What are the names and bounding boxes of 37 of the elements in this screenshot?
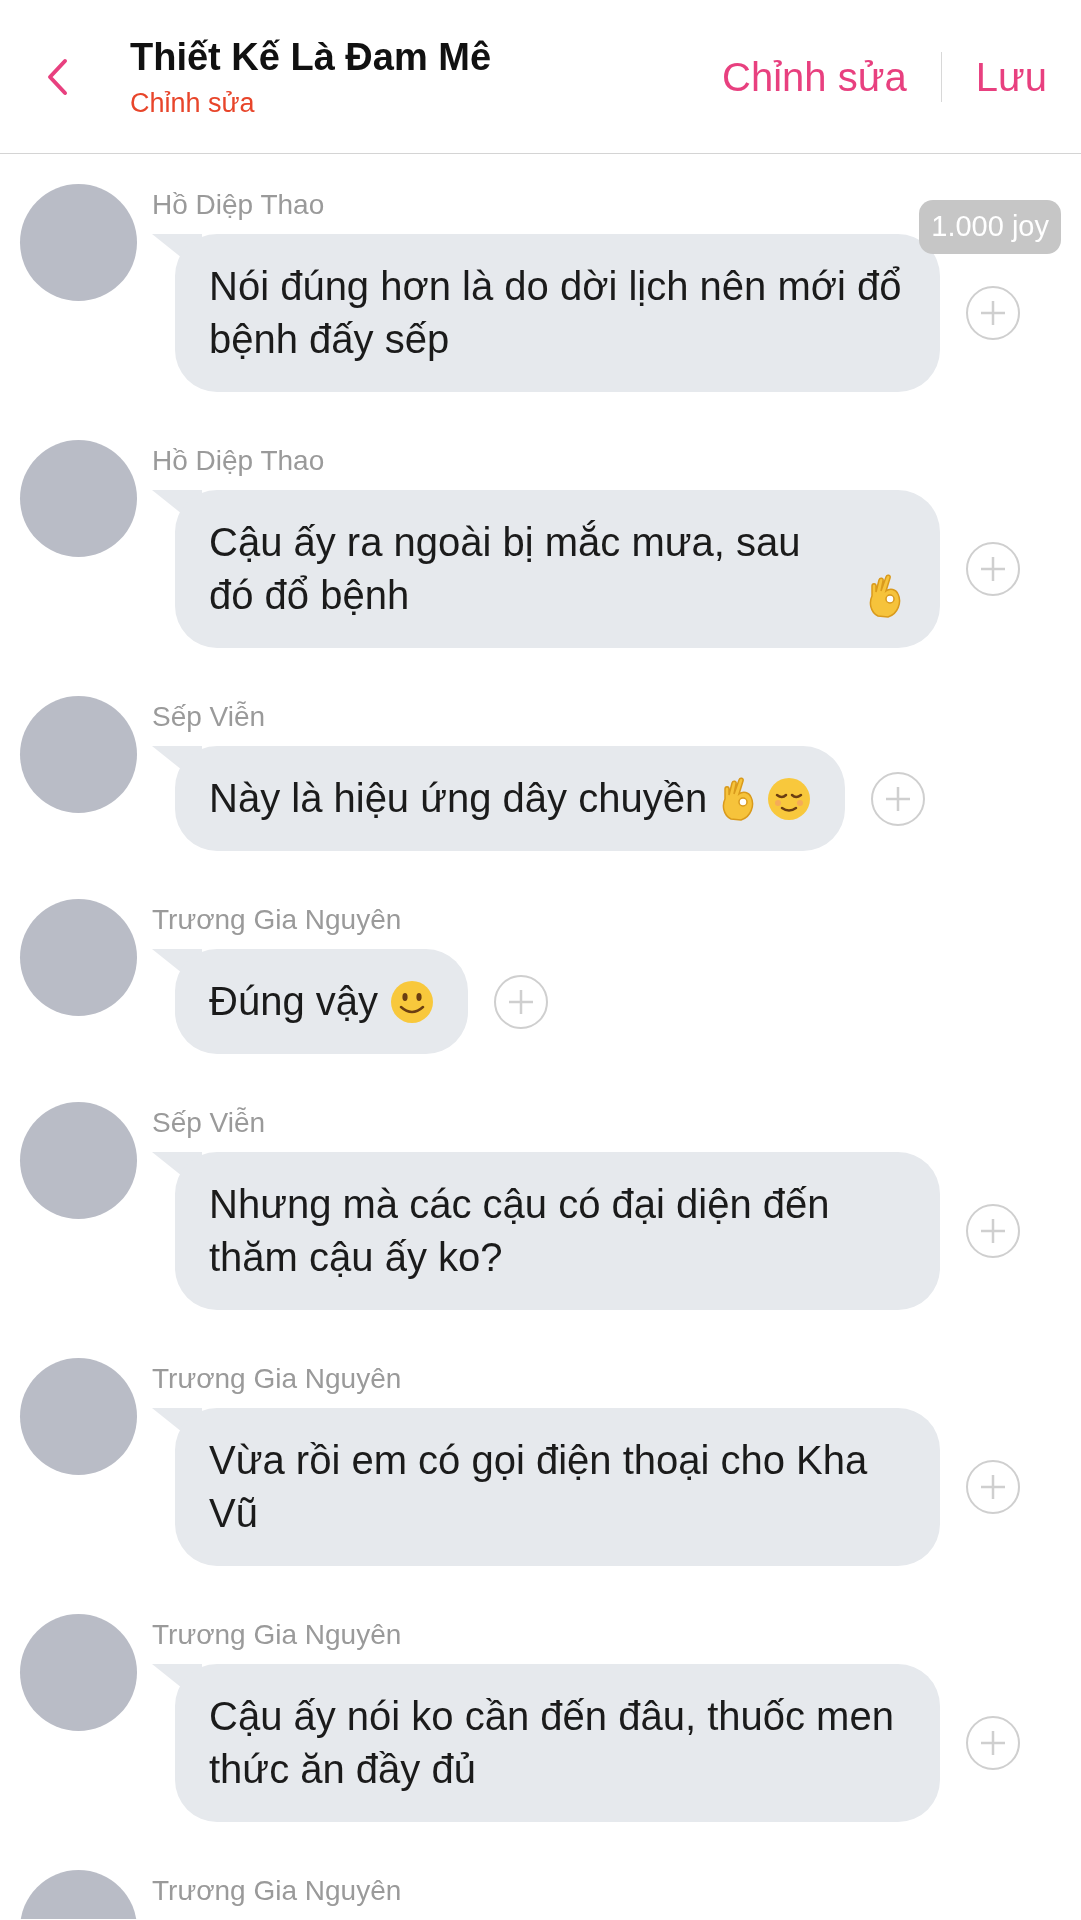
message-text: Cậu ấy ra ngoài bị mắc mưa, sau đó đổ bệnh — [209, 519, 802, 619]
message-text: Đúng vậy — [209, 978, 378, 1025]
sender-name: Trương Gia Nguyên — [152, 1618, 403, 1652]
plus-icon — [507, 987, 535, 1016]
message-text: Nhưng mà các cậu có đại diện đến thăm cậu ấy ko? — [209, 1181, 831, 1281]
smiling-face-icon — [390, 980, 434, 1024]
edit-button[interactable]: Chỉnh sửa — [722, 46, 907, 107]
sender-name: Hồ Diệp Thao — [152, 188, 326, 222]
joy-badge: 1.000 joy — [919, 200, 1061, 254]
sender-name: Trương Gia Nguyên — [152, 903, 403, 937]
add-reaction-button[interactable] — [966, 1716, 1020, 1770]
sender-name: Sếp Viễn — [152, 1106, 267, 1140]
plus-icon — [979, 1217, 1007, 1245]
plus-icon — [979, 1729, 1007, 1757]
back-icon — [46, 57, 68, 96]
save-button[interactable]: Lưu — [975, 46, 1047, 107]
sender-name: Trương Gia Nguyên — [152, 1874, 402, 1908]
plus-icon — [979, 1473, 1007, 1501]
message-text: Nói đúng hơn là do dời lịch nên mới đổ bệnh đấy sếp — [209, 263, 903, 363]
plus-icon — [979, 299, 1007, 327]
sender-name: Hồ Diệp Thao — [152, 444, 326, 478]
message-text: Vừa rồi em có gọi điện thoại cho Kha Vũ — [209, 1437, 869, 1537]
chat-subtitle: Chỉnh sửa — [130, 86, 256, 120]
plus-icon — [979, 555, 1007, 583]
chat-title: Thiết Kế Là Đam Mê — [130, 34, 492, 80]
add-reaction-button[interactable] — [871, 771, 926, 826]
add-reaction-button[interactable] — [966, 542, 1020, 596]
sender-name: Sếp Viễn — [152, 700, 267, 734]
relieved-face-icon — [767, 777, 812, 821]
add-reaction-button[interactable] — [966, 1204, 1020, 1258]
message-text: Cậu ấy nói ko cần đến đâu, thuốc men thức ăn đầy đủ — [209, 1693, 895, 1793]
sender-name: Trương Gia Nguyên — [152, 1362, 403, 1396]
plus-icon — [884, 784, 913, 813]
add-reaction-button[interactable] — [966, 286, 1020, 340]
add-reaction-button[interactable] — [966, 1460, 1020, 1514]
add-reaction-button[interactable] — [494, 974, 548, 1029]
message-text: Này là hiệu ứng dây chuyền — [209, 775, 708, 822]
